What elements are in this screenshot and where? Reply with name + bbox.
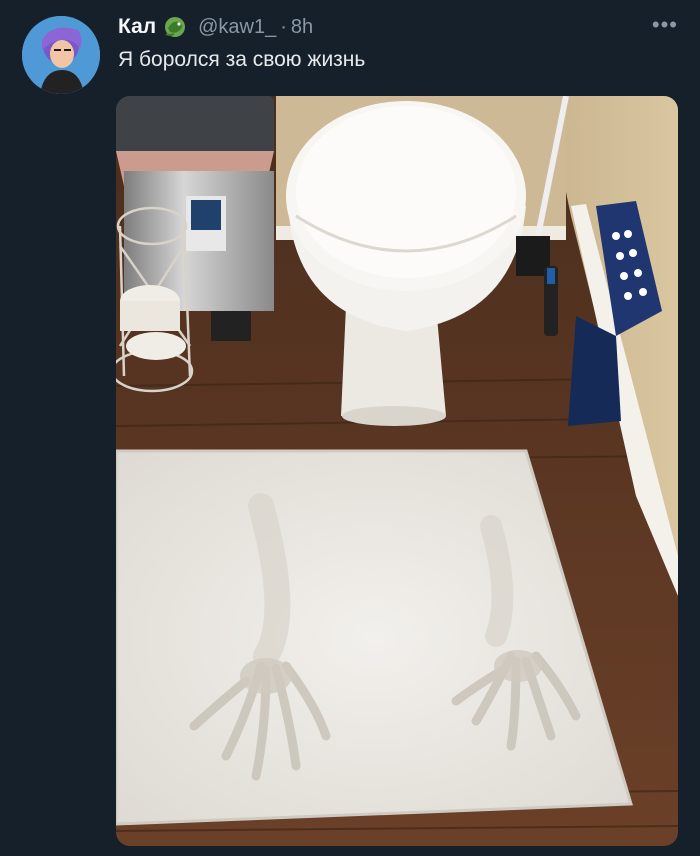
tweet-text: Я боролся за свою жизнь (118, 48, 366, 71)
timestamp[interactable]: 8h (291, 16, 313, 39)
tweet-header: Кал @kaw1_ · 8h (118, 12, 313, 42)
avatar-image (22, 16, 100, 94)
author-handle[interactable]: @kaw1_ (198, 16, 276, 39)
tweet-media[interactable] (116, 96, 678, 846)
avatar[interactable] (22, 16, 100, 94)
separator-dot: · (280, 15, 287, 38)
dragon-emoji-icon (165, 17, 186, 37)
author-name[interactable]: Кал (118, 15, 156, 39)
bathroom-photo (116, 96, 678, 846)
tweet: Кал @kaw1_ · 8h ••• Я боролся за свою жи… (0, 0, 700, 856)
more-options-icon[interactable]: ••• (652, 14, 678, 36)
